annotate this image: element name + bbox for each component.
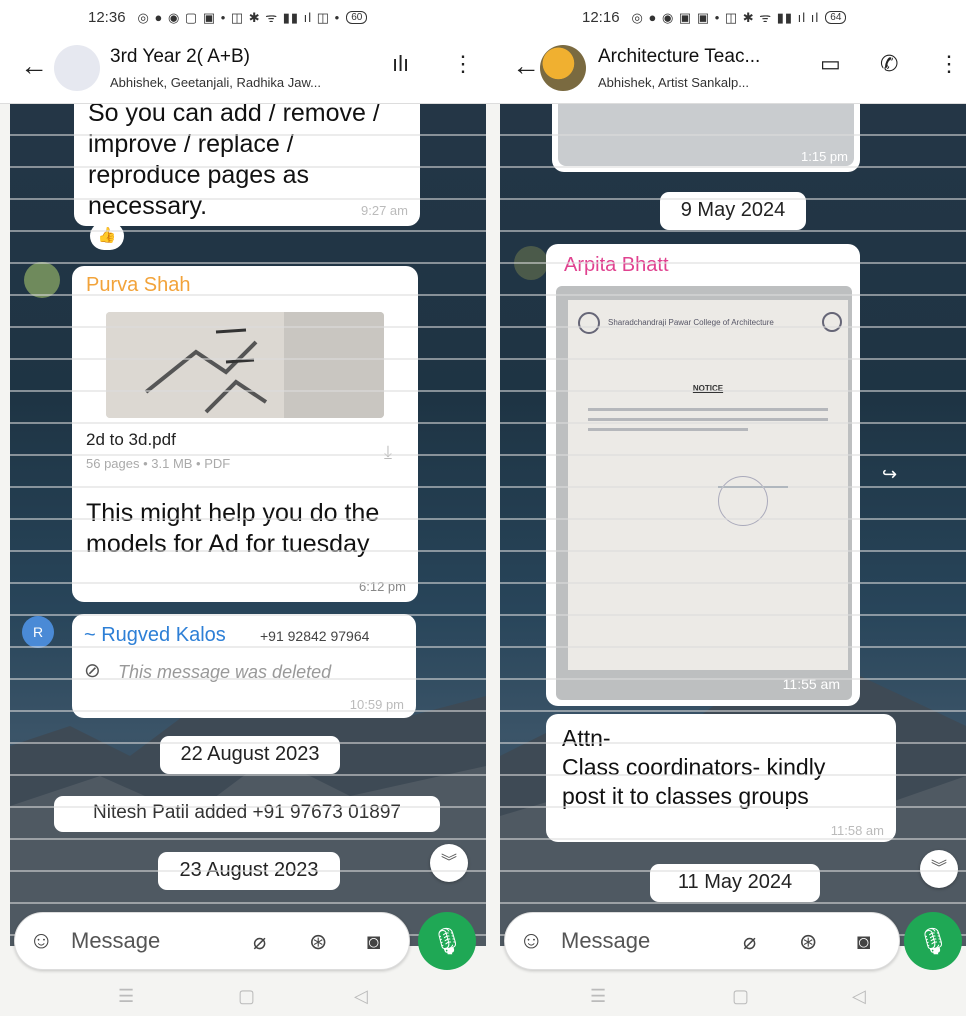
message-bubble-incoming[interactable]: So you can add / remove / improve / repl… [74, 104, 420, 226]
chat-subtitle[interactable]: Abhishek, Artist Sankalp... [598, 75, 749, 90]
battery-icon: 64 [825, 10, 847, 24]
message-bubble-incoming[interactable]: Attn- Class coordinators- kindly post it… [546, 714, 896, 842]
payment-icon[interactable]: ⊛ [309, 929, 327, 955]
message-input[interactable]: ☺ Message ⌀ ⊛ ◙ [14, 912, 410, 970]
group-avatar[interactable] [54, 45, 100, 91]
home-nav-icon[interactable]: ▢ [238, 986, 255, 1007]
attach-icon[interactable]: ⌀ [253, 929, 266, 955]
status-icons: ◎ ● ◉ ▣ ▣ • ◫ ✱ ᯤ ▮▮ ıl ıl [631, 10, 820, 25]
back-nav-icon[interactable]: ◁ [852, 986, 866, 1007]
status-time: 12:16 [582, 8, 620, 26]
left-phone-screen: 12:36 ◎ ● ◉ ▢ ▣ • ◫ ✱ ᯤ ▮▮ ıl ◫ • 60 ← 3… [0, 0, 490, 1016]
deleted-message-text: This message was deleted [118, 662, 332, 682]
message-time: 1:15 pm [801, 149, 848, 164]
more-options-icon[interactable]: ⋮ [452, 51, 474, 77]
notice-text-line [588, 428, 748, 431]
document-preview-image [106, 312, 384, 418]
status-icons: ◎ ● ◉ ▢ ▣ • ◫ ✱ ᯤ ▮▮ ıl ◫ • [137, 10, 341, 25]
scroll-to-bottom-icon[interactable]: ︾ [920, 850, 958, 888]
home-nav-icon[interactable]: ▢ [732, 986, 749, 1007]
sender-name[interactable]: Purva Shah [86, 274, 191, 297]
message-placeholder[interactable]: Message [561, 928, 650, 954]
chat-title[interactable]: 3rd Year 2( ​A+B) [110, 46, 250, 68]
group-avatar[interactable] [540, 45, 586, 91]
attach-icon[interactable]: ⌀ [743, 929, 756, 955]
chat-subtitle[interactable]: Abhishek, Geetanjali, Radhika Jaw... [110, 75, 321, 90]
message-bubble-deleted[interactable]: ~ Rugved Kalos +91 92842 97964 ⊘ This me… [72, 614, 416, 718]
date-separator: 9 May 2024 [660, 192, 806, 230]
chat-header[interactable]: ← Architecture Teac... Abhishek, Artist … [490, 34, 966, 104]
status-time: 12:36 [88, 8, 126, 26]
back-arrow-icon[interactable]: ← [512, 50, 540, 82]
message-text: Attn- Class coordinators- kindly post it… [562, 725, 826, 809]
more-options-icon[interactable]: ⋮ [938, 51, 960, 77]
chat-area[interactable]: 1:15 pm 9 May 2024 Arpita Bhatt Sharadch… [500, 104, 966, 946]
message-composer: ☺ Message ⌀ ⊛ ◙ 🎙 [0, 906, 490, 976]
payment-icon[interactable]: ⊛ [799, 929, 817, 955]
camera-icon[interactable]: ◙ [367, 929, 380, 955]
message-time: 9:27 am [361, 203, 408, 218]
message-placeholder[interactable]: Message [71, 928, 160, 954]
mic-button[interactable]: 🎙 [904, 912, 962, 970]
chat-header[interactable]: ← 3rd Year 2( ​A+B) Abhishek, Geetanjali… [0, 34, 490, 104]
notice-text-line [588, 418, 828, 421]
college-logo [578, 312, 600, 334]
chat-title[interactable]: Architecture Teac... [598, 46, 760, 68]
chat-area[interactable]: So you can add / remove / improve / repl… [10, 104, 486, 946]
date-separator: 11 May 2024 [650, 864, 820, 902]
emoji-icon[interactable]: ☺ [519, 927, 544, 955]
sender-avatar[interactable] [514, 246, 548, 280]
message-text: This might help you do the models for Ad… [86, 499, 380, 558]
file-meta: 56 pages • 3.1 MB • PDF [86, 456, 231, 471]
menu-nav-icon[interactable]: ☰ [590, 986, 606, 1007]
download-icon[interactable]: ⤓ [384, 442, 392, 463]
system-message: Nitesh Patil added +91 97673 01897 [54, 796, 440, 832]
college-seal [822, 312, 842, 332]
sender-name[interactable]: Arpita Bhatt [564, 254, 669, 277]
video-call-icon[interactable]: ▭ [820, 51, 841, 77]
deleted-icon: ⊘ [84, 660, 101, 682]
message-input[interactable]: ☺ Message ⌀ ⊛ ◙ [504, 912, 900, 970]
message-time: 6:12 pm [359, 579, 406, 594]
camera-icon[interactable]: ◙ [857, 929, 870, 955]
notice-image[interactable]: Sharadchandraji Pawar College of Archite… [556, 286, 852, 700]
notice-paper: Sharadchandraji Pawar College of Archite… [568, 300, 848, 670]
date-separator: 23 August 2023 [158, 852, 340, 890]
message-composer: ☺ Message ⌀ ⊛ ◙ 🎙 [490, 906, 966, 976]
sender-avatar[interactable] [24, 262, 60, 298]
file-name[interactable]: 2d to 3d.pdf [86, 430, 176, 450]
sender-name[interactable]: ~ Rugved Kalos [84, 624, 226, 647]
document-thumbnail[interactable] [106, 312, 384, 418]
notice-college-name: Sharadchandraji Pawar College of Archite… [608, 318, 774, 327]
emoji-icon[interactable]: ☺ [29, 927, 54, 955]
back-nav-icon[interactable]: ◁ [354, 986, 368, 1007]
notice-text-line [588, 408, 828, 411]
forward-icon[interactable]: ↪ [882, 464, 897, 485]
notice-title: NOTICE [692, 384, 724, 393]
voice-call-icon[interactable]: ✆ [880, 51, 898, 77]
status-bar: 12:16 ◎ ● ◉ ▣ ▣ • ◫ ✱ ᯤ ▮▮ ıl ıl 64 [490, 0, 966, 34]
scroll-to-bottom-icon[interactable]: ︾ [430, 844, 468, 882]
message-time: 11:55 am [782, 676, 840, 692]
system-nav-bar: ☰ ▢ ◁ [490, 980, 966, 1016]
image-message-bubble[interactable]: 1:15 pm [552, 104, 860, 172]
message-time: 10:59 pm [349, 697, 404, 712]
reaction-thumbs-up-icon[interactable]: 👍 [90, 222, 124, 250]
message-time: 11:58 am [830, 823, 884, 838]
menu-nav-icon[interactable]: ☰ [118, 986, 134, 1007]
voice-call-waveform-icon[interactable]: ılı [392, 51, 409, 77]
mic-button[interactable]: 🎙 [418, 912, 476, 970]
message-bubble-document[interactable]: Purva Shah 2d to 3d.pdf 56 pages • 3.1 M… [72, 266, 418, 602]
sender-avatar[interactable]: R [22, 616, 54, 648]
sender-phone: +91 92842 97964 [260, 628, 370, 644]
status-bar: 12:36 ◎ ● ◉ ▢ ▣ • ◫ ✱ ᯤ ▮▮ ıl ◫ • 60 [0, 0, 490, 34]
back-arrow-icon[interactable]: ← [20, 50, 48, 82]
battery-icon: 60 [346, 10, 368, 24]
right-phone-screen: 12:16 ◎ ● ◉ ▣ ▣ • ◫ ✱ ᯤ ▮▮ ıl ıl 64 ← Ar… [490, 0, 966, 1016]
image-message-bubble[interactable]: Arpita Bhatt Sharadchandraji Pawar Colle… [546, 244, 860, 706]
stamp [718, 476, 768, 526]
system-nav-bar: ☰ ▢ ◁ [0, 980, 490, 1016]
date-separator: 22 August 2023 [160, 736, 340, 774]
